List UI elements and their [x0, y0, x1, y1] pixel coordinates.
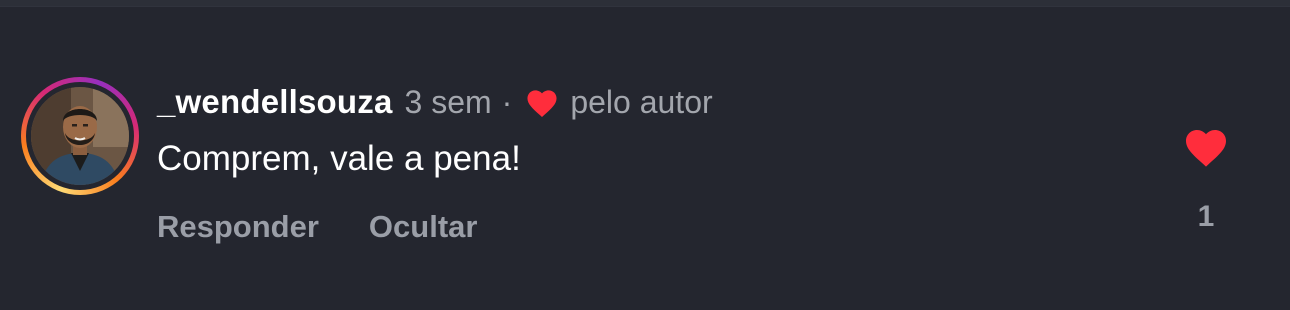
heart-icon	[524, 86, 560, 118]
comment-text: Comprem, vale a pena!	[157, 139, 521, 178]
avatar-photo	[31, 87, 129, 185]
like-heart-icon[interactable]	[1182, 124, 1230, 168]
reply-button[interactable]: Responder	[157, 209, 319, 245]
like-count[interactable]: 1	[1182, 200, 1230, 234]
avatar[interactable]	[31, 87, 129, 185]
username[interactable]: _wendellsouza	[157, 83, 393, 121]
hide-button[interactable]: Ocultar	[369, 209, 478, 245]
comment-item: _wendellsouza 3 sem · pelo autor Comprem…	[0, 0, 1290, 310]
liked-by-author-label: pelo autor	[570, 83, 713, 120]
comment-time: 3 sem	[404, 83, 492, 120]
comment-actions: Responder Ocultar	[157, 209, 477, 245]
avatar-story-ring[interactable]	[21, 77, 139, 195]
comment-header: _wendellsouza 3 sem · pelo autor	[157, 80, 713, 124]
avatar-ring-gap	[26, 82, 134, 190]
separator-dot: ·	[501, 83, 513, 120]
